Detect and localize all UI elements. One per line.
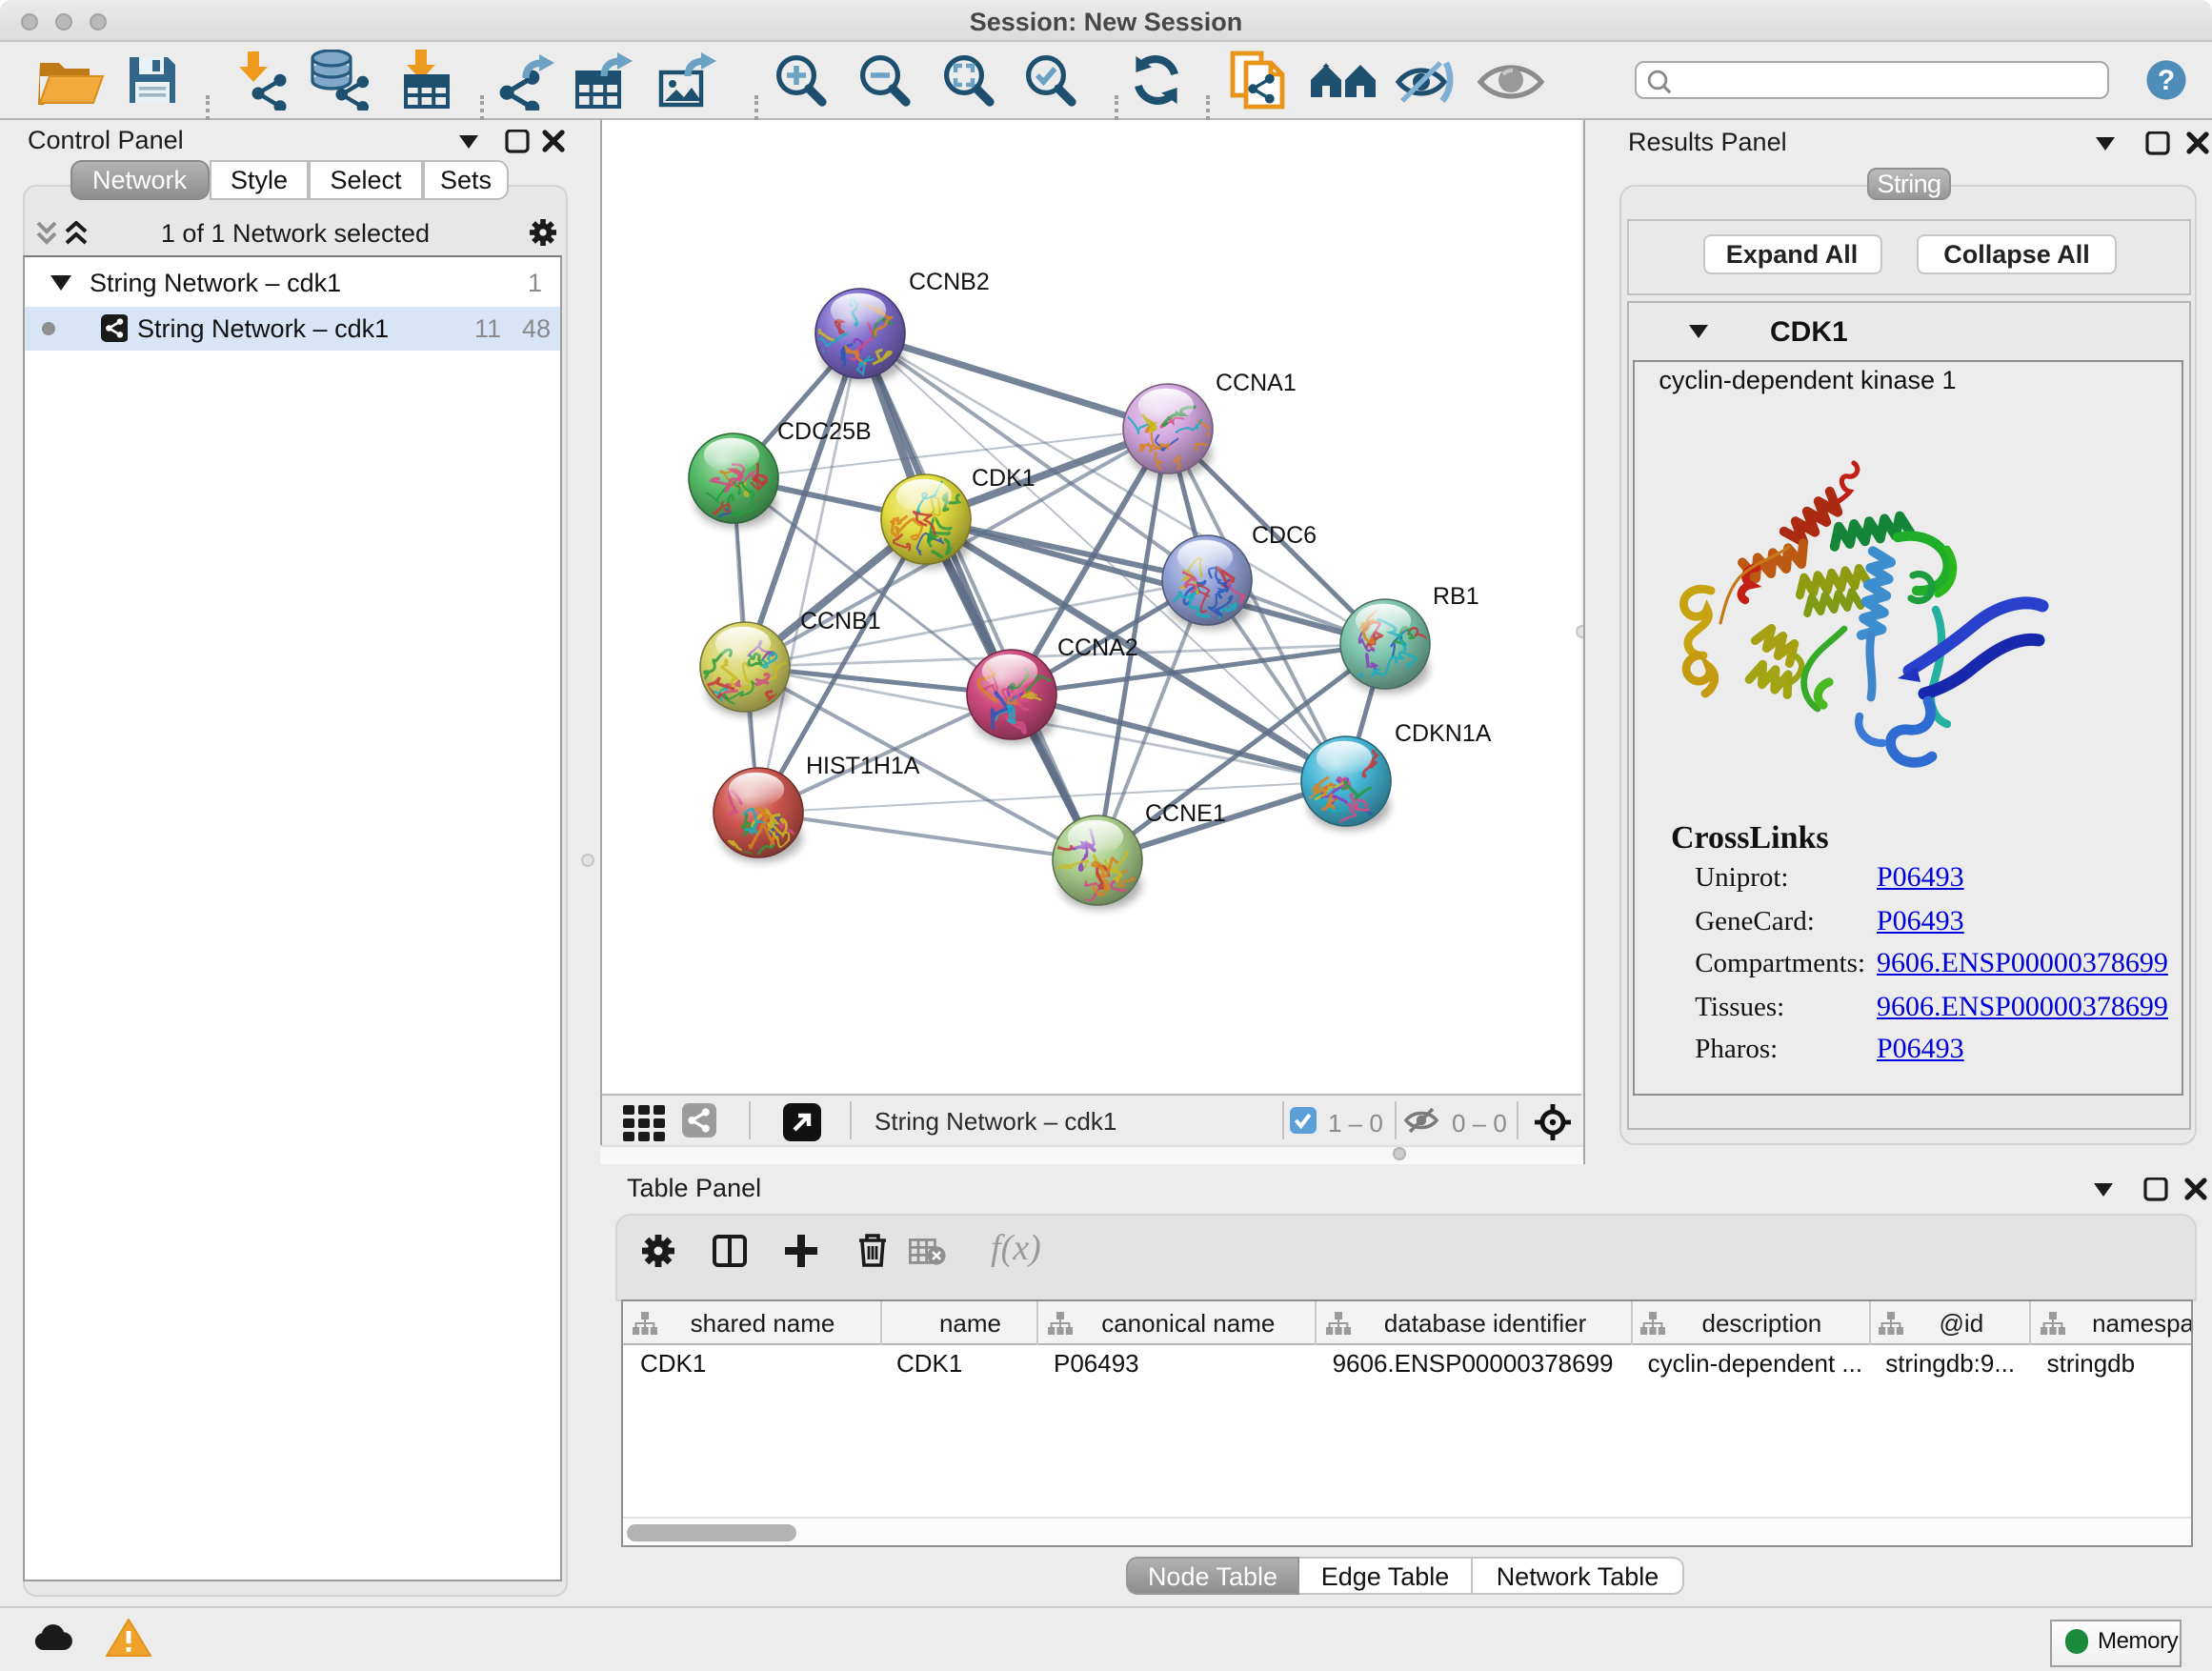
- svg-text:CCNB2: CCNB2: [909, 269, 990, 295]
- svg-text:CCNB1: CCNB1: [800, 608, 881, 634]
- svg-text:CCNA1: CCNA1: [1216, 370, 1297, 396]
- svg-text:CDK1: CDK1: [972, 465, 1036, 492]
- svg-text:CDC6: CDC6: [1252, 522, 1317, 549]
- svg-text:HIST1H1A: HIST1H1A: [806, 753, 920, 779]
- svg-text:CCNE1: CCNE1: [1145, 800, 1226, 827]
- svg-text:RB1: RB1: [1433, 583, 1479, 610]
- svg-text:CCNA2: CCNA2: [1057, 634, 1138, 661]
- svg-text:CDKN1A: CDKN1A: [1395, 720, 1492, 747]
- svg-text:?: ?: [2158, 65, 2175, 96]
- svg-text:CDC25B: CDC25B: [777, 418, 872, 445]
